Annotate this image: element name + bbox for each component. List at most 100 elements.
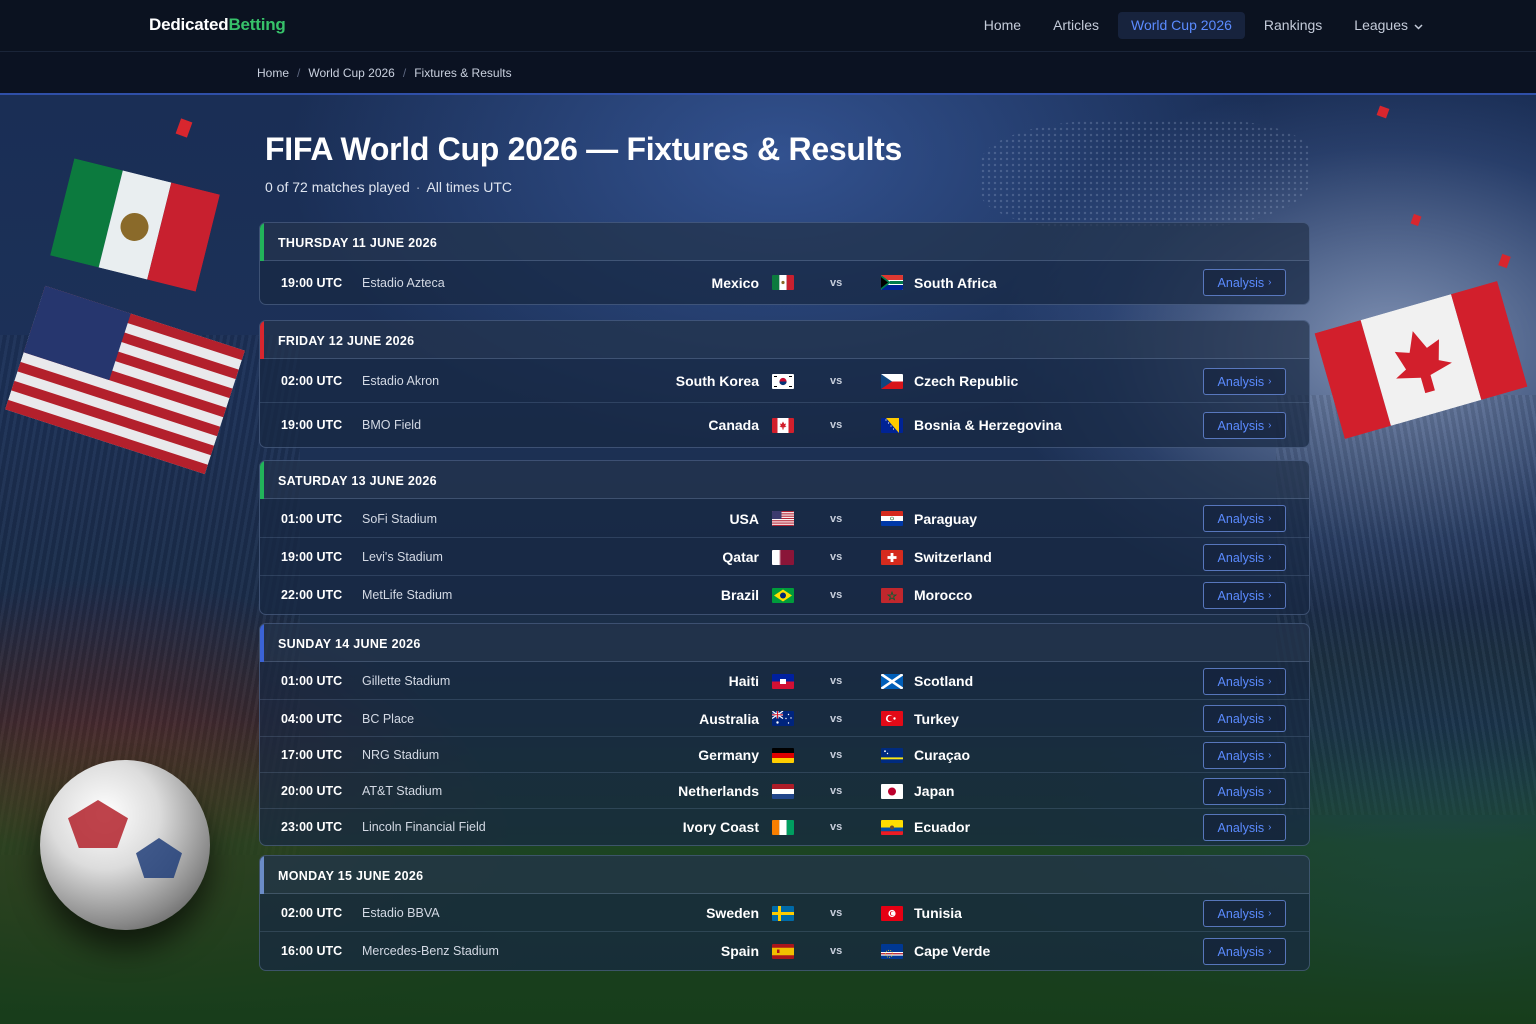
away-team-name: Switzerland xyxy=(914,549,992,565)
home-team-name: Sweden xyxy=(706,905,759,921)
analysis-button[interactable]: Analysis › xyxy=(1203,900,1286,927)
home-team-flag-icon xyxy=(772,748,794,763)
analysis-button[interactable]: Analysis › xyxy=(1203,778,1286,805)
confetti-piece xyxy=(175,118,193,138)
analysis-button-label: Analysis xyxy=(1217,588,1265,603)
vs-label: vs xyxy=(830,785,843,797)
home-team-flag-icon xyxy=(772,944,794,959)
match-row: 01:00 UTC SoFi Stadium USA vs Paraguay Analys… xyxy=(260,499,1309,538)
matchday-header: MONDAY 15 JUNE 2026 xyxy=(260,856,1309,894)
home-team-name: Netherlands xyxy=(678,783,759,799)
separator-dot: · xyxy=(415,179,421,195)
brand-logo[interactable]: DedicatedBetting xyxy=(149,15,286,35)
home-team-name: USA xyxy=(729,511,759,527)
away-team-name: Bosnia & Herzegovina xyxy=(914,417,1062,433)
home-team-flag-icon xyxy=(772,820,794,835)
timezone-note: All times UTC xyxy=(426,179,512,195)
matchday-card: MONDAY 15 JUNE 2026 02:00 UTC Estadio BBVA… xyxy=(259,855,1310,971)
vs-label: vs xyxy=(830,907,843,919)
match-row: 16:00 UTC Mercedes-Benz Stadium Spain vs Cap… xyxy=(260,932,1309,970)
home-team-flag-icon xyxy=(772,374,794,389)
match-time: 02:00 UTC xyxy=(281,906,343,920)
match-row: 20:00 UTC AT&T Stadium Netherlands vs Japan A… xyxy=(260,773,1309,809)
matchday-card: THURSDAY 11 JUNE 2026 19:00 UTC Estadio Az… xyxy=(259,222,1310,305)
breadcrumb-home[interactable]: Home xyxy=(257,66,289,80)
match-row: 01:00 UTC Gillette Stadium Haiti vs Scotland… xyxy=(260,662,1309,700)
home-team-flag-icon xyxy=(772,275,794,290)
home-team-name: Qatar xyxy=(722,549,759,565)
home-team-flag-icon xyxy=(772,674,794,689)
nav-links: Home Articles World Cup 2026 Rankings Le… xyxy=(971,12,1436,39)
match-row: 17:00 UTC NRG Stadium Germany vs Curaçao Anal… xyxy=(260,737,1309,773)
matchday-header: FRIDAY 12 JUNE 2026 xyxy=(260,321,1309,359)
home-team-flag-icon xyxy=(772,711,794,726)
home-team-name: Ivory Coast xyxy=(682,819,759,835)
match-row: 19:00 UTC Estadio Azteca Mexico vs South Afr… xyxy=(260,261,1309,304)
chevron-right-icon: › xyxy=(1268,908,1272,919)
analysis-button[interactable]: Analysis › xyxy=(1203,582,1286,609)
matchday-card: FRIDAY 12 JUNE 2026 02:00 UTC Estadio Akro… xyxy=(259,320,1310,448)
analysis-button[interactable]: Analysis › xyxy=(1203,668,1286,695)
analysis-button[interactable]: Analysis › xyxy=(1203,544,1286,571)
confetti-piece xyxy=(1498,253,1511,269)
soccer-ball-decoration xyxy=(40,760,210,930)
away-team-name: Ecuador xyxy=(914,819,971,835)
matchday-title: MONDAY 15 JUNE 2026 xyxy=(278,869,424,883)
analysis-button[interactable]: Analysis › xyxy=(1203,368,1286,395)
match-row: 19:00 UTC Levi's Stadium Qatar vs Switzerlan… xyxy=(260,538,1309,576)
nav-articles[interactable]: Articles xyxy=(1040,12,1112,39)
vs-label: vs xyxy=(830,713,843,725)
top-navigation: DedicatedBetting Home Articles World Cup… xyxy=(0,0,1536,52)
analysis-button-label: Analysis xyxy=(1217,906,1265,921)
analysis-button[interactable]: Analysis › xyxy=(1203,938,1286,965)
match-row: 02:00 UTC Estadio Akron South Korea vs Czech… xyxy=(260,359,1309,403)
home-team-name: South Korea xyxy=(675,373,759,389)
chevron-right-icon: › xyxy=(1268,277,1272,288)
analysis-button[interactable]: Analysis › xyxy=(1203,412,1286,439)
analysis-button[interactable]: Analysis › xyxy=(1203,705,1286,732)
chevron-right-icon: › xyxy=(1268,676,1272,687)
analysis-button[interactable]: Analysis › xyxy=(1203,814,1286,841)
matchday-header: THURSDAY 11 JUNE 2026 xyxy=(260,223,1309,261)
chevron-right-icon: › xyxy=(1268,822,1272,833)
away-team-name: Morocco xyxy=(914,587,973,603)
analysis-button-label: Analysis xyxy=(1217,674,1265,689)
match-row: 22:00 UTC MetLife Stadium Brazil vs Morocco A… xyxy=(260,576,1309,614)
analysis-button[interactable]: Analysis › xyxy=(1203,742,1286,769)
analysis-button[interactable]: Analysis › xyxy=(1203,505,1286,532)
away-team-name: Paraguay xyxy=(914,511,978,527)
matchday-title: THURSDAY 11 JUNE 2026 xyxy=(278,236,438,250)
away-team-flag-icon xyxy=(881,820,903,835)
away-team-flag-icon xyxy=(881,784,903,799)
breadcrumb: Home / World Cup 2026 / Fixtures & Resul… xyxy=(257,66,512,80)
chevron-down-icon xyxy=(1414,24,1423,30)
brand-logo-part2: Betting xyxy=(228,15,286,34)
world-map-decoration xyxy=(980,120,1310,230)
match-venue: Lincoln Financial Field xyxy=(362,820,486,834)
home-team-name: Australia xyxy=(699,711,759,727)
home-team-name: Mexico xyxy=(711,275,759,291)
nav-leagues[interactable]: Leagues xyxy=(1341,12,1436,39)
nav-home[interactable]: Home xyxy=(971,12,1034,39)
breadcrumb-bar: Home / World Cup 2026 / Fixtures & Resul… xyxy=(0,52,1536,95)
analysis-button[interactable]: Analysis › xyxy=(1203,269,1286,296)
chevron-right-icon: › xyxy=(1268,590,1272,601)
match-time: 01:00 UTC xyxy=(281,512,343,526)
match-row: 19:00 UTC BMO Field Canada vs Bosnia & Herze… xyxy=(260,403,1309,447)
matchday-accent-bar xyxy=(260,321,264,359)
match-time: 20:00 UTC xyxy=(281,784,343,798)
nav-world-cup-2026[interactable]: World Cup 2026 xyxy=(1117,12,1245,39)
away-team-name: Turkey xyxy=(914,711,959,727)
chevron-right-icon: › xyxy=(1268,713,1272,724)
breadcrumb-world-cup-2026[interactable]: World Cup 2026 xyxy=(308,66,395,80)
match-time: 02:00 UTC xyxy=(281,374,343,388)
brand-logo-part1: Dedicated xyxy=(149,15,229,34)
matchday-accent-bar xyxy=(260,624,264,662)
mexico-flag-decoration xyxy=(50,158,220,292)
nav-rankings[interactable]: Rankings xyxy=(1251,12,1335,39)
matchday-card: SUNDAY 14 JUNE 2026 01:00 UTC Gillette Sta… xyxy=(259,623,1310,846)
home-team-name: Haiti xyxy=(728,673,759,689)
away-team-name: Scotland xyxy=(914,673,974,689)
vs-label: vs xyxy=(830,945,843,957)
away-team-flag-icon xyxy=(881,711,903,726)
